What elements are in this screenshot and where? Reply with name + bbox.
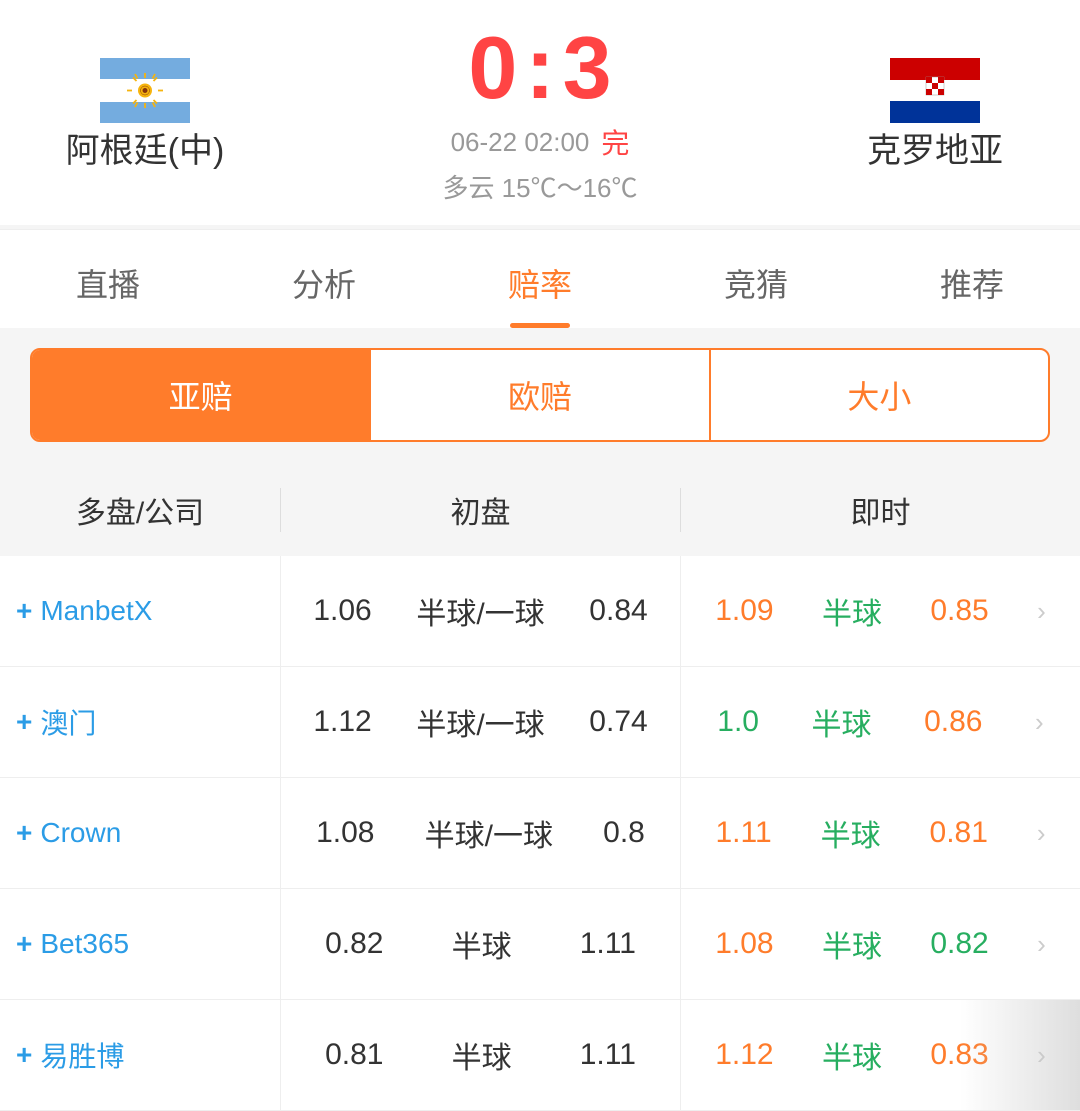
match-info: 06-22 02:00 完 <box>451 122 630 162</box>
initial-right-yishengbo: 1.11 <box>580 1038 636 1072</box>
subtab-size[interactable]: 大小 <box>711 350 1048 440</box>
header-initial: 初盘 <box>280 488 681 532</box>
live-right-bet365: 0.82 <box>930 927 988 961</box>
live-right-macau: 0.86 <box>924 705 982 739</box>
initial-mid-macau: 半球/一球 <box>416 700 544 744</box>
plus-icon: + <box>16 706 32 738</box>
company-manbetx[interactable]: + ManbetX <box>0 595 280 627</box>
company-macau[interactable]: + 澳门 <box>0 702 280 742</box>
initial-mid-bet365: 半球 <box>452 922 512 966</box>
table-row: + Crown 1.08 半球/一球 0.8 1.11 半球 0.81 › <box>0 778 1080 889</box>
live-left-manbetx: 1.09 <box>715 594 773 628</box>
score-left: 0 <box>468 24 517 112</box>
initial-left-crown: 1.08 <box>316 816 374 850</box>
score-colon: : <box>525 24 554 112</box>
argentina-flag <box>100 58 190 123</box>
subtab-asian[interactable]: 亚赔 <box>32 350 371 440</box>
score-center: 0 : 3 06-22 02:00 完 多云 15℃～16℃ <box>270 24 810 205</box>
initial-right-bet365: 1.11 <box>580 927 636 961</box>
tab-guess[interactable]: 竞猜 <box>648 230 864 328</box>
live-left-macau: 1.0 <box>717 705 759 739</box>
initial-right-manbetx: 0.84 <box>589 594 647 628</box>
initial-mid-crown: 半球/一球 <box>425 811 553 855</box>
tab-recommend[interactable]: 推荐 <box>864 230 1080 328</box>
initial-yishengbo: 0.81 半球 1.11 <box>280 1000 681 1110</box>
table-row: + 易胜博 0.81 半球 1.11 1.12 半球 0.83 › <box>0 1000 1080 1111</box>
overlay <box>960 1000 1080 1110</box>
team-left-name: 阿根廷(中) <box>66 123 225 172</box>
initial-left-manbetx: 1.06 <box>313 594 371 628</box>
initial-mid-manbetx: 半球/一球 <box>416 589 544 633</box>
initial-right-crown: 0.8 <box>603 816 645 850</box>
subtabs-container: 亚赔 欧赔 大小 <box>0 328 1080 462</box>
initial-macau: 1.12 半球/一球 0.74 <box>280 667 681 777</box>
initial-left-macau: 1.12 <box>313 705 371 739</box>
tab-odds[interactable]: 赔率 <box>432 230 648 328</box>
company-bet365[interactable]: + Bet365 <box>0 928 280 960</box>
plus-icon: + <box>16 1039 32 1071</box>
live-right-crown: 0.81 <box>930 816 988 850</box>
arrow-icon: › <box>1037 596 1046 627</box>
tab-live[interactable]: 直播 <box>0 230 216 328</box>
plus-icon: + <box>16 817 32 849</box>
subtab-european[interactable]: 欧赔 <box>371 350 710 440</box>
table-header: 多盘/公司 初盘 即时 <box>0 464 1080 556</box>
table-row: + ManbetX 1.06 半球/一球 0.84 1.09 半球 0.85 › <box>0 556 1080 667</box>
initial-right-macau: 0.74 <box>589 705 647 739</box>
live-mid-crown: 半球 <box>821 811 881 855</box>
live-mid-bet365: 半球 <box>822 922 882 966</box>
initial-mid-yishengbo: 半球 <box>452 1033 512 1077</box>
arrow-icon: › <box>1037 929 1046 960</box>
arrow-icon: › <box>1037 818 1046 849</box>
plus-icon: + <box>16 595 32 627</box>
score-right: 3 <box>563 24 612 112</box>
team-right-name: 克罗地亚 <box>867 123 1003 172</box>
initial-manbetx: 1.06 半球/一球 0.84 <box>280 556 681 666</box>
live-crown: 1.11 半球 0.81 › <box>681 778 1080 888</box>
initial-left-bet365: 0.82 <box>325 927 383 961</box>
live-right-manbetx: 0.85 <box>930 594 988 628</box>
live-macau: 1.0 半球 0.86 › <box>681 667 1080 777</box>
table-row: + 澳门 1.12 半球/一球 0.74 1.0 半球 0.86 › <box>0 667 1080 778</box>
live-mid-yishengbo: 半球 <box>822 1033 882 1077</box>
initial-left-yishengbo: 0.81 <box>325 1038 383 1072</box>
table-row: + Bet365 0.82 半球 1.11 1.08 半球 0.82 › <box>0 889 1080 1000</box>
initial-crown: 1.08 半球/一球 0.8 <box>280 778 681 888</box>
company-crown[interactable]: + Crown <box>0 817 280 849</box>
live-manbetx: 1.09 半球 0.85 › <box>681 556 1080 666</box>
live-left-crown: 1.11 <box>715 816 771 850</box>
header-company: 多盘/公司 <box>0 488 280 532</box>
plus-icon: + <box>16 928 32 960</box>
tab-analysis[interactable]: 分析 <box>216 230 432 328</box>
live-mid-macau: 半球 <box>812 700 872 744</box>
company-yishengbo[interactable]: + 易胜博 <box>0 1035 280 1075</box>
match-weather: 多云 15℃～16℃ <box>442 168 637 205</box>
croatia-flag <box>890 58 980 123</box>
subtabs: 亚赔 欧赔 大小 <box>30 348 1050 442</box>
live-mid-manbetx: 半球 <box>822 589 882 633</box>
header-live: 即时 <box>681 488 1080 532</box>
match-header: 阿根廷(中) 0 : 3 06-22 02:00 完 多云 15℃～16℃ <box>0 0 1080 225</box>
match-datetime: 06-22 02:00 <box>451 127 590 158</box>
initial-bet365: 0.82 半球 1.11 <box>280 889 681 999</box>
live-yishengbo: 1.12 半球 0.83 › <box>681 1000 1080 1110</box>
match-status: 完 <box>601 122 629 162</box>
live-bet365: 1.08 半球 0.82 › <box>681 889 1080 999</box>
live-left-yishengbo: 1.12 <box>715 1038 773 1072</box>
live-left-bet365: 1.08 <box>715 927 773 961</box>
tabs-bar: 直播 分析 赔率 竞猜 推荐 <box>0 229 1080 328</box>
team-left: 阿根廷(中) <box>20 58 270 172</box>
arrow-icon: › <box>1035 707 1044 738</box>
team-right: 克罗地亚 <box>810 58 1060 172</box>
